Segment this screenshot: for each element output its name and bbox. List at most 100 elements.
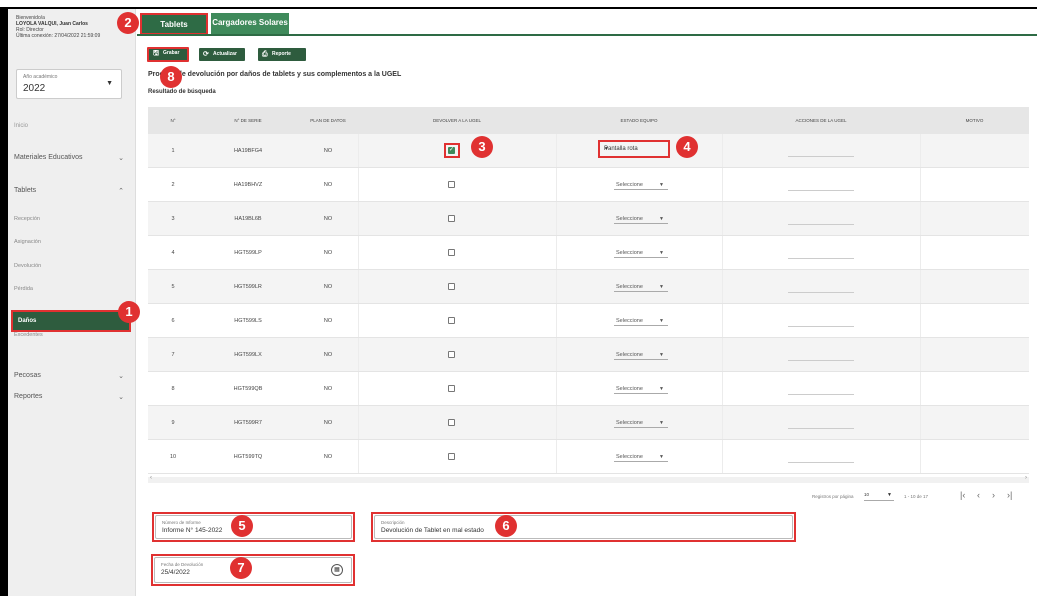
cell-plan: NO [323, 318, 333, 324]
actualizar-button[interactable]: ⟳ Actualizar [199, 48, 245, 61]
estado-select[interactable]: Seleccione ▼ [614, 418, 668, 428]
devolver-checkbox[interactable] [448, 351, 455, 358]
tab-tablets[interactable]: Tablets [140, 13, 208, 35]
column-divider [722, 236, 723, 269]
highlight-box [152, 512, 355, 542]
col-header-plan: PLAN DE DATOS [310, 118, 346, 123]
column-divider [358, 236, 359, 269]
cell-serie: HGT599TQ [233, 454, 263, 460]
sidebar-item-pecosas[interactable]: Pecosas ⌄ [14, 372, 128, 380]
scroll-left-icon[interactable]: ‹ [150, 475, 152, 481]
step-badge: 1 [118, 301, 140, 323]
sidebar-item-tablets[interactable]: Tablets ⌃ [14, 187, 128, 195]
chevron-down-icon: ▼ [106, 80, 113, 87]
acciones-field[interactable] [788, 462, 854, 463]
reporte-button[interactable]: ⎙ Reporte [258, 48, 306, 61]
sidebar-item-perdida[interactable]: Pérdida [14, 286, 33, 292]
page-range: 1 - 10 de 17 [904, 494, 929, 499]
devolver-checkbox[interactable] [448, 419, 455, 426]
sidebar: Bienvenido/a LOYOLA VALQUI, Juan Carlos … [8, 9, 136, 596]
next-page-icon[interactable]: › [992, 490, 995, 500]
estado-select[interactable]: Pantalla rota ▼ [598, 140, 670, 158]
grabar-button[interactable]: 🖫 Grabar [147, 47, 189, 62]
devolver-checkbox[interactable] [448, 249, 455, 256]
year-label: Año académico [23, 74, 58, 80]
step-badge: 3 [471, 136, 493, 158]
chevron-down-icon: ▼ [659, 454, 664, 460]
sidebar-item-recepcion[interactable]: Recepción [14, 216, 40, 222]
sidebar-item-devolucion[interactable]: Devolución [14, 263, 41, 269]
estado-select[interactable]: Seleccione ▼ [614, 282, 668, 292]
devolver-checkbox[interactable] [448, 317, 455, 324]
chevron-down-icon: ▼ [659, 216, 664, 222]
sidebar-item-asignacion[interactable]: Asignación [14, 239, 41, 245]
cell-n: 5 [171, 284, 175, 290]
devolver-checkbox[interactable] [448, 215, 455, 222]
cell-plan: NO [323, 148, 333, 154]
estado-select[interactable]: Seleccione ▼ [614, 316, 668, 326]
acciones-field[interactable] [788, 428, 854, 429]
estado-select[interactable]: Seleccione ▼ [614, 350, 668, 360]
table-row: 5 HGT599LR NO Seleccione ▼ [148, 270, 1029, 304]
scroll-right-icon[interactable]: › [1025, 475, 1027, 481]
column-divider [722, 168, 723, 201]
sidebar-item-label: Tablets [14, 187, 37, 194]
last-page-icon[interactable]: ›| [1007, 490, 1012, 500]
estado-select[interactable]: Seleccione ▼ [614, 214, 668, 224]
column-divider [920, 270, 921, 303]
column-divider [920, 168, 921, 201]
estado-value: Seleccione [616, 250, 643, 256]
prev-page-icon[interactable]: ‹ [977, 490, 980, 500]
year-select[interactable]: Año académico 2022 ▼ [16, 69, 122, 99]
chevron-up-icon: ⌃ [118, 188, 124, 195]
cell-n: 2 [171, 182, 175, 188]
cell-n: 3 [171, 216, 175, 222]
tab-cargadores-solares[interactable]: Cargadores Solares [211, 13, 289, 35]
estado-select[interactable]: Seleccione ▼ [614, 384, 668, 394]
chevron-down-icon: ▼ [659, 284, 664, 290]
sidebar-item-inicio[interactable]: Inicio [14, 122, 128, 129]
cell-n: 8 [171, 386, 175, 392]
table-row: 1 HA19BFG4 NO Pantalla rota▼ [148, 134, 1029, 168]
horizontal-scrollbar[interactable]: ‹ › [148, 475, 1029, 483]
acciones-field[interactable] [788, 258, 854, 259]
devolver-checkbox[interactable] [448, 181, 455, 188]
devolver-checkbox[interactable] [448, 385, 455, 392]
sidebar-item-reportes[interactable]: Reportes ⌄ [14, 393, 128, 401]
column-divider [556, 202, 557, 235]
acciones-field[interactable] [788, 360, 854, 361]
column-divider [722, 134, 723, 167]
column-divider [358, 304, 359, 337]
cell-n: 10 [169, 454, 177, 460]
first-page-icon[interactable]: |‹ [960, 490, 965, 500]
devolver-checkbox[interactable] [448, 453, 455, 460]
column-divider [920, 338, 921, 371]
tab-underline [137, 34, 1037, 36]
column-divider [920, 134, 921, 167]
chevron-down-icon: ▼ [604, 146, 609, 152]
sidebar-item-excedentes[interactable]: Excedentes [14, 332, 43, 338]
per-page-select[interactable]: 10 ▼ [864, 492, 894, 501]
column-divider [358, 202, 359, 235]
column-divider [722, 440, 723, 473]
sidebar-item-danos[interactable]: Daños [11, 310, 131, 332]
sidebar-item-label: Inicio [14, 123, 29, 129]
acciones-field[interactable] [788, 292, 854, 293]
estado-select[interactable]: Seleccione ▼ [614, 452, 668, 462]
acciones-field[interactable] [788, 224, 854, 225]
acciones-field[interactable] [788, 326, 854, 327]
sidebar-item-materiales[interactable]: Materiales Educativos ⌄ [14, 154, 128, 162]
column-divider [556, 236, 557, 269]
devolver-checkbox[interactable] [448, 283, 455, 290]
acciones-field[interactable] [788, 156, 854, 157]
welcome-block: Bienvenido/a LOYOLA VALQUI, Juan Carlos … [16, 15, 134, 39]
estado-select[interactable]: Seleccione ▼ [614, 180, 668, 190]
column-divider [722, 270, 723, 303]
estado-select[interactable]: Seleccione ▼ [614, 248, 668, 258]
table-row: 10 HGT599TQ NO Seleccione ▼ [148, 440, 1029, 474]
acciones-field[interactable] [788, 190, 854, 191]
reporte-label: Reporte [272, 51, 291, 57]
chevron-down-icon: ▼ [659, 352, 664, 358]
acciones-field[interactable] [788, 394, 854, 395]
page-title: Proceso de devolución por daños de table… [148, 71, 402, 78]
